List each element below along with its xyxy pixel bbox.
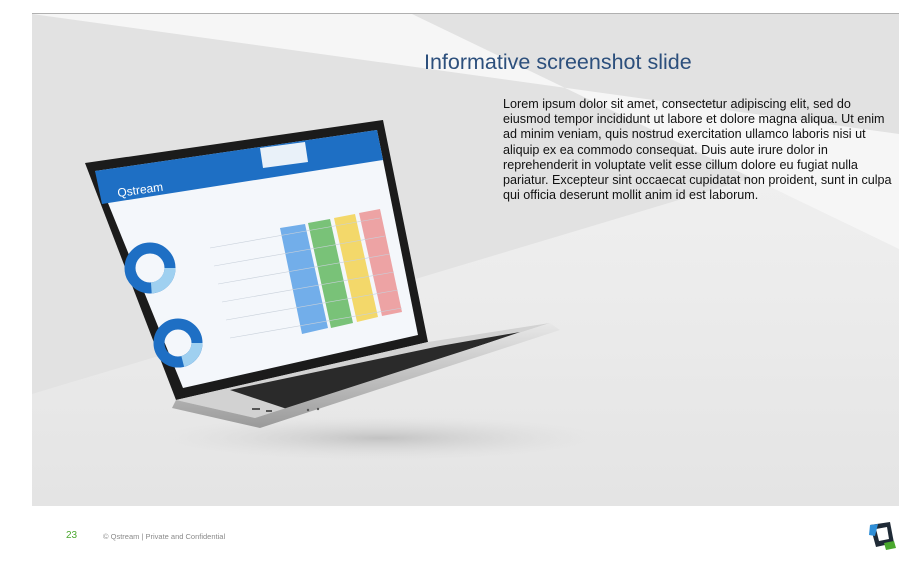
slide: Informative screenshot slide Lorem ipsum… <box>0 0 899 565</box>
qstream-logo-icon <box>869 522 896 550</box>
footer-confidential-text: © Qstream | Private and Confidential <box>103 532 226 541</box>
laptop-illustration: Qstream <box>85 120 600 460</box>
page-number: 23 <box>66 530 78 541</box>
slide-title: Informative screenshot slide <box>424 50 692 74</box>
